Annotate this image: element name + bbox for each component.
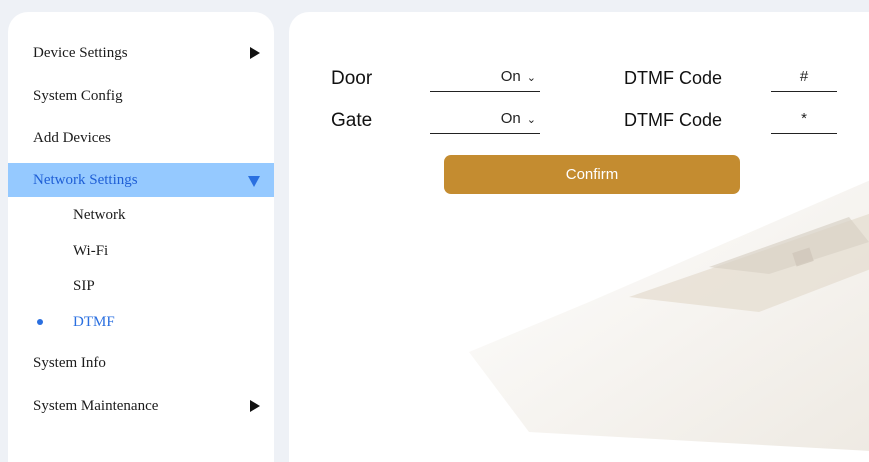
sub-item-label: Network [73, 206, 126, 223]
door-code-label: DTMF Code [624, 68, 723, 88]
nav-network-settings[interactable]: Network Settings [8, 163, 274, 197]
sub-item-sip[interactable]: SIP [8, 271, 274, 301]
nav-add-devices[interactable]: Add Devices [8, 121, 274, 155]
gate-code-label: DTMF Code [624, 110, 723, 130]
nav-label: Device Settings [33, 44, 128, 61]
sub-item-dtmf[interactable]: DTMF [8, 307, 274, 337]
nav-system-info[interactable]: System Info [8, 346, 274, 380]
triangle-right-icon [250, 47, 260, 59]
door-code-input[interactable]: # [771, 62, 837, 92]
chevron-down-icon: ⌄ [526, 114, 536, 126]
sub-item-label: SIP [73, 277, 95, 294]
sub-item-network[interactable]: Network [8, 200, 274, 230]
nav-label: Network Settings [33, 171, 138, 188]
door-label: Door [331, 68, 373, 89]
sub-item-label: Wi-Fi [73, 242, 109, 259]
nav-device-settings[interactable]: Device Settings [8, 36, 274, 70]
main-panel: Door On ⌄ DTMF Code # Gate On ⌄ DTMF Cod… [289, 12, 869, 462]
door-select[interactable]: On ⌄ [430, 62, 540, 92]
confirm-button[interactable]: Confirm [444, 155, 740, 194]
nav-label: System Maintenance [33, 397, 159, 414]
nav-system-maintenance[interactable]: System Maintenance [8, 389, 274, 423]
triangle-right-icon [250, 400, 260, 412]
gate-select-value: On [500, 110, 521, 127]
sub-item-label: DTMF [73, 313, 115, 330]
sub-item-wifi[interactable]: Wi-Fi [8, 236, 274, 266]
nav-label: System Config [33, 87, 123, 104]
nav-label: Add Devices [33, 129, 111, 146]
chevron-down-icon: ⌄ [526, 72, 536, 84]
gate-select[interactable]: On ⌄ [430, 104, 540, 134]
nav-system-config[interactable]: System Config [8, 79, 274, 113]
gate-code-input[interactable]: * [771, 104, 837, 134]
triangle-down-icon [248, 176, 260, 187]
sidebar: Device Settings System Config Add Device… [8, 12, 274, 462]
bullet-icon [37, 319, 43, 325]
gate-label: Gate [331, 110, 373, 131]
door-select-value: On [500, 68, 521, 85]
nav-label: System Info [33, 354, 106, 371]
